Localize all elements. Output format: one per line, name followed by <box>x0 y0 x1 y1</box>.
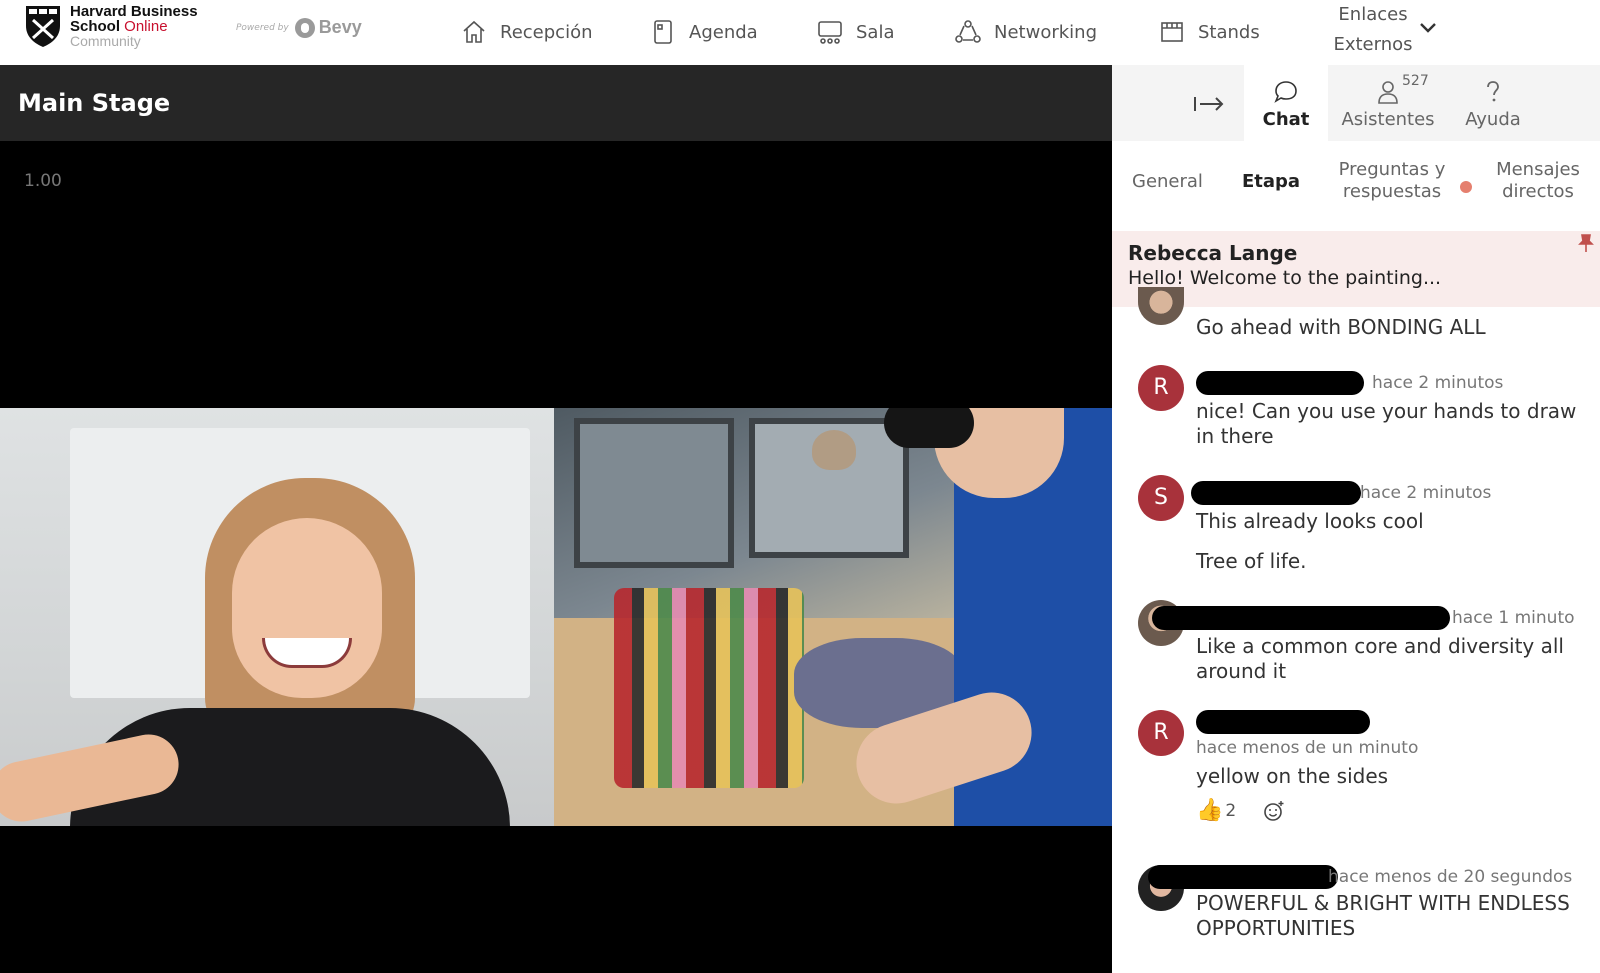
avatar[interactable]: R <box>1138 710 1184 756</box>
hbs-logo[interactable]: Harvard Business School Online Community <box>24 4 198 49</box>
redacted-author <box>1191 481 1361 505</box>
attendee-count-badge: 527 <box>1402 73 1429 89</box>
shield-icon <box>26 6 60 47</box>
tab-label: Asistentes <box>1341 109 1435 130</box>
paint-bottles <box>614 588 804 788</box>
attendees-icon <box>1378 81 1398 104</box>
nav-item-agenda[interactable]: Agenda <box>649 14 758 50</box>
networking-icon <box>955 20 981 43</box>
unread-dot <box>1460 181 1472 193</box>
chevron-down-icon <box>1420 23 1436 33</box>
message-time: hace 2 minutos <box>1360 483 1492 503</box>
subtab-general[interactable]: General <box>1132 171 1203 193</box>
logo-line-1: Harvard Business <box>70 3 198 20</box>
tab-label: Chat <box>1262 109 1310 130</box>
bevy-logo-icon <box>294 17 315 38</box>
avatar[interactable] <box>1138 287 1184 325</box>
video-tile-artist <box>554 408 1112 826</box>
add-reaction-icon[interactable] <box>1262 799 1286 823</box>
video-tile-host <box>0 408 554 826</box>
dropdown-label-line2: Externos <box>1333 34 1413 55</box>
agenda-icon <box>654 20 672 44</box>
powered-by-bevy[interactable]: Powered by Bevy <box>236 17 362 38</box>
nav-label: Recepción <box>500 21 593 43</box>
collapse-panel-icon[interactable] <box>1192 91 1226 117</box>
message-text: Like a common core and diversity all aro… <box>1196 634 1564 683</box>
message-time: hace menos de 20 segundos <box>1328 867 1573 887</box>
bevy-wordmark: Bevy <box>318 17 362 37</box>
powered-by-label: Powered by <box>236 22 289 33</box>
playback-speed[interactable]: 1.00 <box>24 171 62 191</box>
nav-item-sala[interactable]: Sala <box>816 14 895 50</box>
message-time: hace 1 minuto <box>1452 608 1575 628</box>
logo-line-3: Community <box>70 33 141 49</box>
subtab-dm-line2: directos <box>1502 181 1574 202</box>
logo-line-2: School Online <box>70 19 198 34</box>
tab-label: Ayuda <box>1465 109 1521 130</box>
message-text: POWERFUL & BRIGHT WITH ENDLESS OPPORTUNI… <box>1196 891 1570 940</box>
logo-text: Harvard Business School Online Community <box>70 4 198 49</box>
tab-chat[interactable]: Chat <box>1244 65 1328 141</box>
nav-dropdown-enlaces-externos[interactable]: Enlaces Externos <box>1318 0 1436 60</box>
message-text: Tree of life. <box>1196 549 1307 573</box>
side-panel: Chat 527 Asistentes Ayuda General Etapa … <box>1112 65 1600 973</box>
nav-item-networking[interactable]: Networking <box>954 14 1097 50</box>
redacted-author <box>1196 371 1364 395</box>
avatar[interactable]: S <box>1138 475 1184 521</box>
sala-icon <box>818 21 842 44</box>
message-time: hace 2 minutos <box>1372 373 1504 393</box>
top-navigation: Harvard Business School Online Community… <box>0 0 1600 65</box>
mirror-left <box>574 418 734 568</box>
nav-label: Agenda <box>689 21 758 43</box>
main-stage: Main Stage 1.00 <box>0 65 1112 973</box>
video-stream[interactable] <box>0 408 1112 826</box>
reaction-bar: 👍 2 <box>1196 798 1286 823</box>
home-icon <box>463 20 485 43</box>
stage-title: Main Stage <box>18 89 171 117</box>
message-time: hace menos de un minuto <box>1196 738 1419 758</box>
nav-label: Stands <box>1198 21 1260 43</box>
nav-item-recepcion[interactable]: Recepción <box>460 14 593 50</box>
pinned-text: Hello! Welcome to the painting... <box>1128 267 1442 289</box>
subtab-etapa[interactable]: Etapa <box>1242 171 1300 193</box>
panel-tabs: Chat 527 Asistentes Ayuda <box>1112 65 1600 141</box>
subtab-qa-line1: Preguntas y <box>1338 159 1446 180</box>
subtab-dm-line1: Mensajes <box>1496 159 1580 180</box>
redacted-author <box>1148 865 1338 889</box>
pinned-author: Rebecca Lange <box>1128 241 1298 265</box>
pin-icon <box>1578 234 1594 252</box>
redacted-author <box>1196 710 1370 734</box>
chat-bubble-icon <box>1274 81 1297 103</box>
message-text: This already looks cool <box>1196 509 1424 533</box>
stage-header: Main Stage <box>0 65 1112 141</box>
help-question-icon <box>1487 81 1499 102</box>
message-text: yellow on the sides <box>1196 764 1389 788</box>
reaction-count: 2 <box>1225 800 1237 821</box>
nav-item-stands[interactable]: Stands <box>1158 14 1260 50</box>
tab-ayuda[interactable]: Ayuda <box>1450 65 1536 141</box>
nav-label: Sala <box>856 21 895 43</box>
message-text: Go ahead with BONDING ALL <box>1196 315 1486 339</box>
artist-hat <box>884 408 974 448</box>
subtab-mensajes-directos[interactable]: Mensajes directos <box>1488 159 1588 203</box>
chat-subtabs: General Etapa Preguntas y respuestas Men… <box>1112 141 1600 229</box>
tab-asistentes[interactable]: 527 Asistentes <box>1328 65 1448 141</box>
nav-label: Networking <box>994 21 1097 43</box>
dropdown-label-line1: Enlaces <box>1338 4 1408 25</box>
subtab-qa-line2: respuestas <box>1342 181 1442 202</box>
subtab-preguntas[interactable]: Preguntas y respuestas <box>1332 159 1452 203</box>
redacted-author <box>1152 606 1450 630</box>
avatar[interactable]: R <box>1138 365 1184 411</box>
pinned-message[interactable]: Rebecca Lange Hello! Welcome to the pain… <box>1112 231 1600 307</box>
heart-decoration <box>812 430 856 470</box>
message-text: nice! Can you use your hands to draw in … <box>1196 399 1577 448</box>
host-face <box>232 518 382 698</box>
stands-icon <box>1161 22 1183 42</box>
thumbs-up-icon[interactable]: 👍 <box>1196 798 1223 823</box>
